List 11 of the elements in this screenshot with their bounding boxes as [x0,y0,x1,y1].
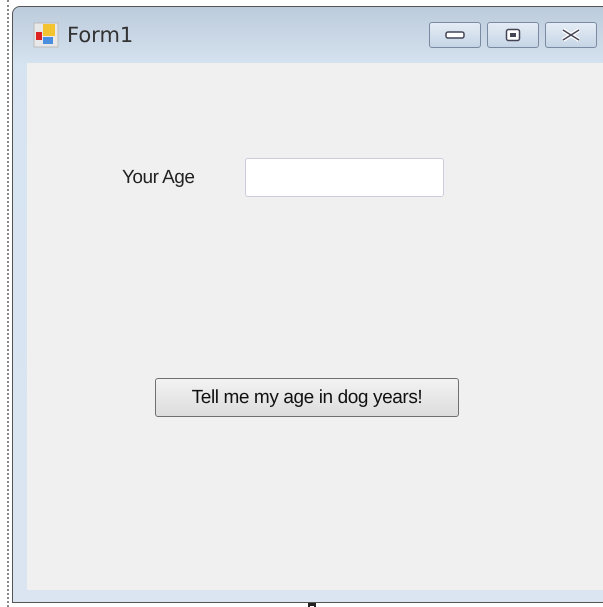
maximize-icon [505,28,521,42]
window-title: Form1 [67,23,134,47]
close-button[interactable] [545,22,597,48]
minimize-button[interactable] [429,22,481,48]
minimize-icon [444,30,466,40]
maximize-button[interactable] [487,22,539,48]
close-icon [560,28,582,42]
dog-years-button[interactable]: Tell me my age in dog years! [155,378,459,417]
app-icon [33,22,59,48]
age-field[interactable] [245,158,444,197]
age-label: Your Age [122,166,194,188]
